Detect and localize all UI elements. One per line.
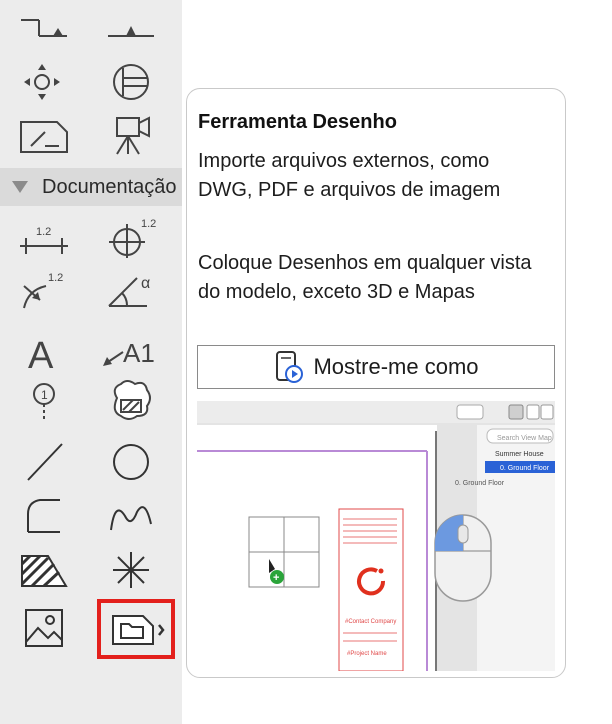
line-tool[interactable] [14,440,74,484]
preview-tree-item: Summer House [495,451,544,458]
pencil-document-icon [20,121,68,153]
preview-floor-label: 0. Ground Floor [455,480,505,487]
arc-dimension-tool[interactable]: 1.2 [14,268,74,312]
linear-dimension-icon: 1.2 [20,226,68,254]
toolbox-panel: Documentação 1.2 1.2 1.2 α A A1 1 [0,0,182,724]
polyline-tool[interactable] [14,494,74,538]
navigation-arrows-icon [24,64,60,100]
tooltip-description: Importe arquivos externos, como DWG, PDF… [198,150,501,201]
preview-search-input: Search View Map [497,435,552,442]
circle-icon [113,444,149,480]
tooltip-popover: Ferramenta Desenho Importe arquivos exte… [186,88,566,678]
grid-element-tool[interactable] [101,60,161,104]
show-me-label: Mostre-me como [313,354,479,379]
revision-cloud-icon [113,380,151,420]
tooltip-placement-note: Coloque Desenhos em qualquer vista do mo… [198,252,532,303]
selected-tool-highlight [97,599,175,659]
text-icon: A [28,335,54,377]
markup-tool[interactable] [14,114,74,158]
hotspot-tool[interactable] [101,548,161,592]
tooltip-title: Ferramenta Desenho [198,111,397,133]
elevation-marker-icon [108,26,154,37]
text-tool-glyph: A [28,335,54,377]
elevation-marker-tool[interactable] [101,2,161,46]
dimension-number: 1.2 [141,218,156,230]
level-dimension-icon [21,19,67,37]
circle-tool[interactable] [101,440,161,484]
svg-text:1: 1 [41,388,48,402]
preview-tree-item: 0. Ground Floor [500,465,550,472]
label-tool[interactable]: A1 [101,330,161,374]
preview-company: #Contact Company [345,619,396,625]
angle-symbol: α [141,275,150,292]
collapse-triangle-icon [12,181,28,193]
angle-dimension-icon: α [108,275,150,307]
dimension-number: 1.2 [36,226,51,238]
camera-orbit-tool[interactable] [12,60,72,104]
radial-dimension-icon: 1.2 [109,218,156,258]
dimension-number: 1.2 [48,272,63,284]
video-tutorial-icon [276,351,304,383]
preview-illustration: Search View Map Summer House 0. Ground F… [197,401,555,671]
label-tool-glyph: A1 [123,338,155,368]
hotspot-star-icon [113,552,149,588]
documentation-section-header[interactable]: Documentação [0,168,182,206]
show-me-button[interactable]: Mostre-me como [197,345,555,389]
revision-cloud-tool[interactable] [101,378,161,422]
figure-tool[interactable] [14,606,74,650]
angle-dimension-tool[interactable]: α [101,268,161,312]
svg-text:+: + [273,572,279,584]
arc-dimension-icon: 1.2 [23,272,63,309]
polyline-icon [27,499,60,533]
spline-tool[interactable] [101,494,161,538]
grid-circle-icon [113,64,149,100]
radial-dimension-tool[interactable]: 1.2 [101,216,161,260]
mouse-illustration-icon [434,514,492,602]
preview-project: #Project Name [347,651,387,657]
camera-tool[interactable] [101,114,161,158]
label-icon: A1 [103,338,155,368]
text-tool[interactable]: A [14,330,74,377]
line-icon [27,443,63,481]
linear-dimension-tool[interactable]: 1.2 [14,216,74,260]
tutorial-preview[interactable]: Search View Map Summer House 0. Ground F… [197,401,555,671]
hatch-fill-icon [20,554,68,588]
section-label: Documentação [42,175,177,198]
fill-tool[interactable] [14,548,74,592]
marker-tool[interactable]: 1 [14,378,74,422]
image-icon [25,609,63,647]
pin-marker-icon: 1 [33,383,55,420]
spline-icon [110,506,152,531]
level-dimension-tool[interactable] [14,2,74,46]
camera-icon [116,116,150,155]
